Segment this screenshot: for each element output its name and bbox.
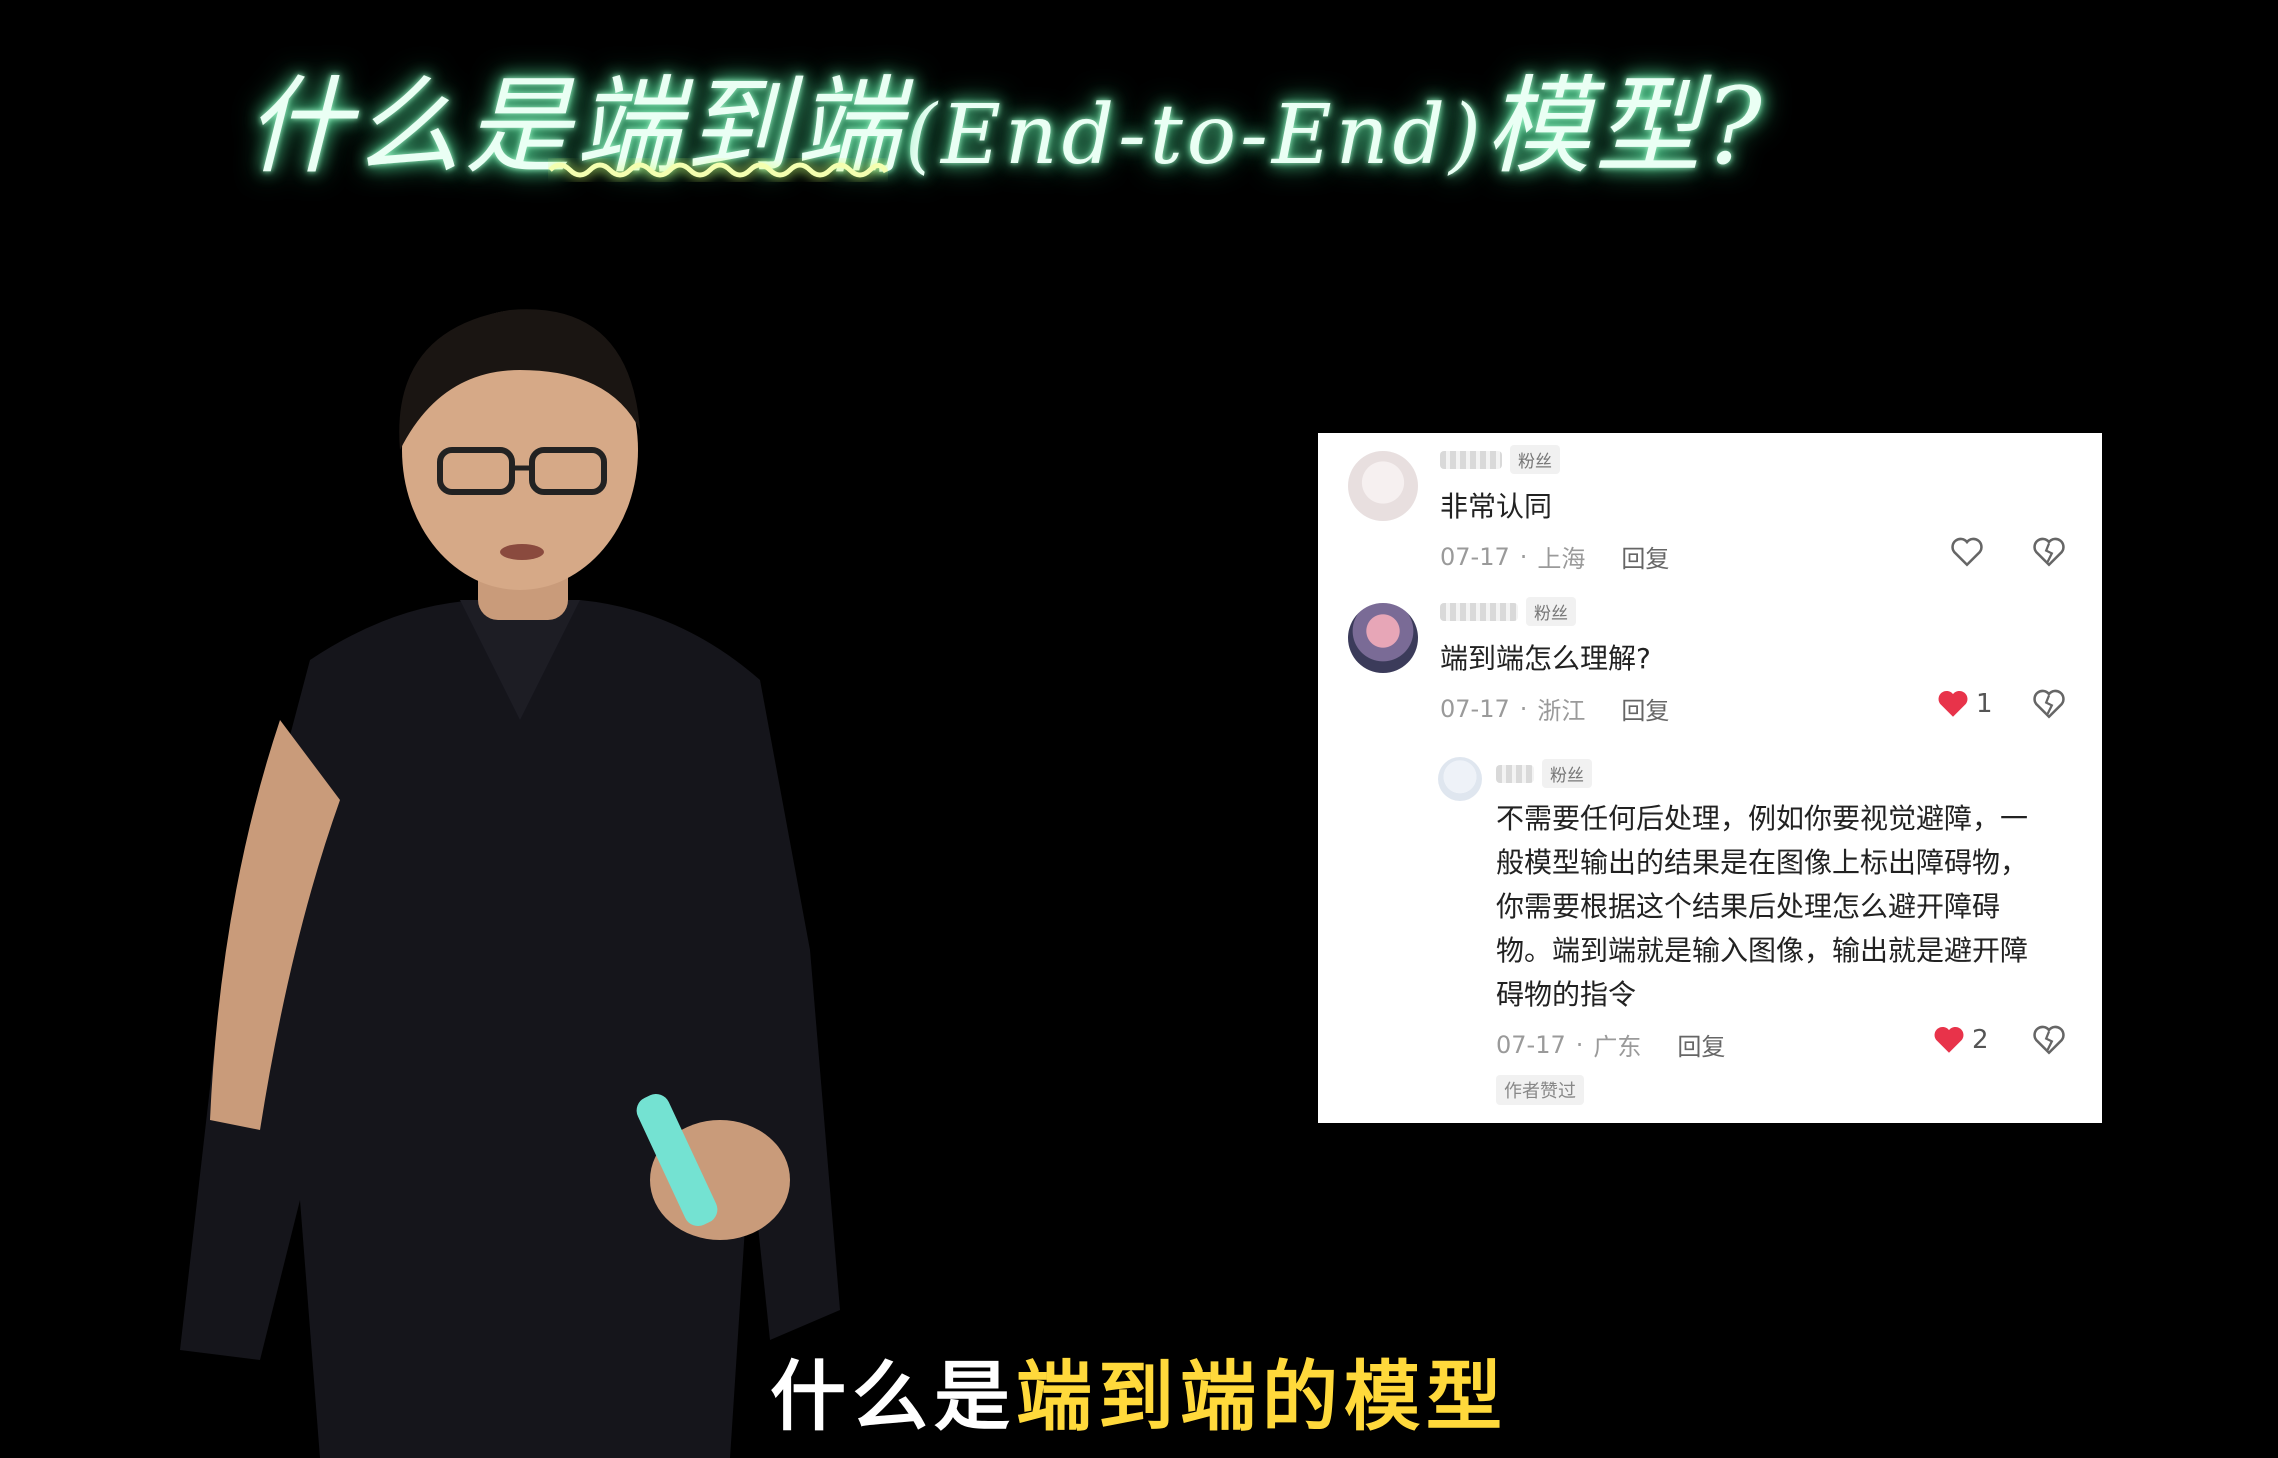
squiggle-underline [548, 162, 888, 178]
reply-item: 粉丝 不需要任何后处理，例如你要视觉避障，一 般模型输出的结果是在图像上标出障碍… [1318, 753, 2102, 1123]
comment-card: 粉丝 非常认同 07-17 · 上海 回复 粉丝 端到端怎么理解? 07-17 … [1318, 433, 2102, 1123]
subtitle-accent: 端到端的模型 [1016, 1352, 1508, 1441]
reply-text: 不需要任何后处理，例如你要视觉避障，一 般模型输出的结果是在图像上标出障碍物， … [1496, 797, 2086, 1017]
avatar[interactable] [1348, 603, 1418, 673]
reply-text-line: 物。端到端就是输入图像，输出就是避开障 [1496, 934, 2029, 967]
username-blurred[interactable] [1440, 450, 1502, 469]
reply-text-line: 碍物的指令 [1496, 978, 1637, 1011]
reply-text-line: 你需要根据这个结果后处理怎么避开障碍 [1496, 890, 2001, 923]
meta-separator: · [1575, 1030, 1584, 1059]
comment-date: 07-17 [1440, 542, 1510, 571]
comment-meta: 07-17 · 上海 回复 [1440, 539, 1669, 574]
video-frame: 什么是端到端(End-to-End)模型? 粉丝 非常认同 07-17 · 上海… [0, 0, 2278, 1458]
board-title: 什么是端到端(End-to-End)模型? [245, 40, 1766, 194]
board-title-part2: (End-to-End) [905, 88, 1486, 183]
avatar[interactable] [1438, 757, 1482, 801]
avatar[interactable] [1348, 451, 1418, 521]
dislike-button[interactable] [2032, 536, 2066, 568]
dislike-button[interactable] [2032, 688, 2066, 720]
heart-filled-icon [1938, 690, 1968, 717]
comment-meta: 07-17 · 广东 回复 [1496, 1027, 1725, 1062]
comment-text: 非常认同 [1440, 490, 1553, 523]
comment-text: 端到端怎么理解? [1440, 642, 1651, 675]
like-count: 1 [1976, 689, 1993, 719]
comment-location: 上海 [1537, 545, 1586, 573]
like-count: 2 [1972, 1025, 1989, 1055]
reply-text-line: 般模型输出的结果是在图像上标出障碍物， [1496, 846, 2029, 879]
dislike-icon [2033, 1025, 2065, 1055]
dislike-icon [2033, 537, 2065, 567]
comment-item: 粉丝 端到端怎么理解? 07-17 · 浙江 回复 1 [1318, 593, 2102, 753]
comment-location: 浙江 [1537, 697, 1586, 725]
reply-button[interactable]: 回复 [1621, 539, 1669, 574]
meta-separator: · [1519, 694, 1528, 723]
comment-location: 广东 [1593, 1033, 1642, 1061]
like-button[interactable]: 2 [1932, 1024, 1989, 1056]
comment-date: 07-17 [1440, 694, 1510, 723]
dislike-button[interactable] [2032, 1024, 2066, 1056]
subtitle-part1: 什么是 [770, 1352, 1016, 1441]
fan-badge: 粉丝 [1542, 759, 1592, 788]
comment-item: 粉丝 非常认同 07-17 · 上海 回复 [1318, 433, 2102, 593]
like-button[interactable] [1950, 536, 1984, 568]
video-subtitle: 什么是端到端的模型 [0, 1335, 2278, 1445]
heart-outline-icon [1951, 537, 1983, 567]
like-button[interactable]: 1 [1936, 688, 1993, 720]
reply-button[interactable]: 回复 [1621, 691, 1669, 726]
username-blurred[interactable] [1496, 764, 1534, 783]
fan-badge: 粉丝 [1526, 597, 1576, 626]
comment-date: 07-17 [1496, 1030, 1566, 1059]
author-liked-badge: 作者赞过 [1496, 1075, 1584, 1105]
presenter-figure [180, 309, 840, 1458]
fan-badge: 粉丝 [1510, 445, 1560, 474]
meta-separator: · [1519, 542, 1528, 571]
dislike-icon [2033, 689, 2065, 719]
comment-meta: 07-17 · 浙江 回复 [1440, 691, 1669, 726]
heart-filled-icon [1934, 1026, 1964, 1053]
reply-text-line: 不需要任何后处理，例如你要视觉避障，一 [1496, 802, 2029, 835]
reply-button[interactable]: 回复 [1677, 1027, 1725, 1062]
board-title-part1: 什么是 [245, 65, 575, 188]
username-blurred[interactable] [1440, 602, 1518, 621]
board-title-part3: 模型? [1485, 65, 1766, 188]
